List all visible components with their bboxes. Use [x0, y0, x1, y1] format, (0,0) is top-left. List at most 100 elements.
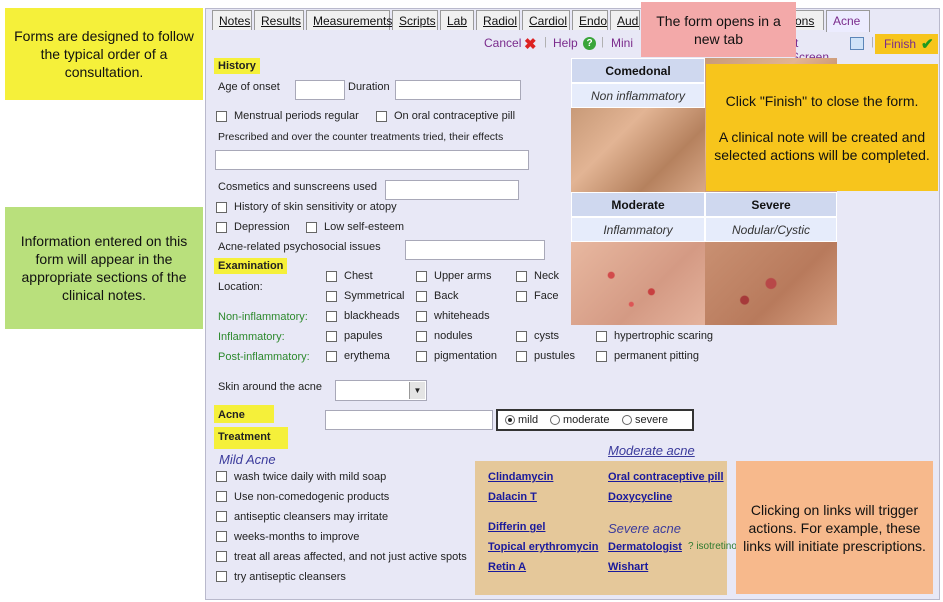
severity-moderate-label: moderate	[563, 414, 610, 426]
erythema-checkbox[interactable]	[326, 351, 337, 362]
mild-item-label: wash twice daily with mild soap	[234, 471, 387, 483]
hypertrophic-checkbox[interactable]	[596, 331, 607, 342]
cysts-label: cysts	[534, 330, 560, 342]
tab-audio[interactable]: Audio	[610, 10, 640, 30]
age-onset-label: Age of onset	[218, 81, 280, 93]
psychosocial-input[interactable]	[405, 240, 545, 260]
tab-lab[interactable]: Lab	[440, 10, 474, 30]
mild-item-label: treat all areas affected, and not just a…	[234, 551, 467, 563]
pustules-checkbox[interactable]	[516, 351, 527, 362]
skin-around-select[interactable]: ▼	[335, 380, 427, 401]
neck-label: Neck	[534, 270, 560, 282]
link-dalacin-t[interactable]: Dalacin T	[488, 491, 537, 503]
cancel-button[interactable]: Cancel	[484, 36, 521, 50]
cancel-x-icon[interactable]: ✖	[524, 35, 537, 53]
blackheads-checkbox[interactable]	[326, 311, 337, 322]
callout-new-tab: The form opens in a new tab	[641, 2, 796, 57]
mild-item-label: Use non-comedogenic products	[234, 491, 390, 503]
treatment-heading: Treatment	[214, 427, 288, 449]
finish-button[interactable]: Finish ✔	[875, 34, 938, 54]
menstrual-checkbox[interactable]	[216, 111, 227, 122]
mild-item-checkbox[interactable]	[216, 551, 227, 562]
severity-mild-label: mild	[518, 414, 539, 426]
help-button[interactable]: Help	[553, 36, 578, 50]
link-dermatologist[interactable]: Dermatologist	[608, 541, 682, 553]
mild-item-checkbox[interactable]	[216, 571, 227, 582]
toolbar-divider: |	[544, 36, 547, 48]
nodules-checkbox[interactable]	[416, 331, 427, 342]
ocp-checkbox[interactable]	[376, 111, 387, 122]
pustules-label: pustules	[534, 350, 575, 362]
link-clindamycin[interactable]: Clindamycin	[488, 471, 553, 483]
papules-checkbox[interactable]	[326, 331, 337, 342]
tab-scripts[interactable]: Scripts	[392, 10, 438, 30]
callout-info-entered: Information entered on this form will ap…	[5, 207, 203, 329]
link-wishart[interactable]: Wishart	[608, 561, 648, 573]
chest-label: Chest	[344, 270, 373, 282]
upper-arms-checkbox[interactable]	[416, 271, 427, 282]
link-differin-gel[interactable]: Differin gel	[488, 521, 545, 533]
back-checkbox[interactable]	[416, 291, 427, 302]
severe-photo	[705, 242, 837, 325]
blackheads-label: blackheads	[344, 310, 400, 322]
print-screen-icon[interactable]	[850, 37, 864, 50]
chest-checkbox[interactable]	[326, 271, 337, 282]
symmetrical-checkbox[interactable]	[326, 291, 337, 302]
cysts-checkbox[interactable]	[516, 331, 527, 342]
mild-item-checkbox[interactable]	[216, 471, 227, 482]
link-oral-contraceptive[interactable]: Oral contraceptive pill	[608, 471, 724, 483]
tab-radiol[interactable]: Radiol	[476, 10, 520, 30]
mild-acne-heading: Mild Acne	[219, 452, 276, 467]
acne-input[interactable]	[325, 410, 493, 430]
tab-notes[interactable]: Notes	[212, 10, 252, 30]
prescribed-label: Prescribed and over the counter treatmen…	[218, 131, 504, 143]
mild-item-label: weeks-months to improve	[234, 531, 360, 543]
low-esteem-checkbox[interactable]	[306, 222, 317, 233]
permanent-pitting-checkbox[interactable]	[596, 351, 607, 362]
moderate-photo	[571, 242, 705, 325]
mild-item-checkbox[interactable]	[216, 491, 227, 502]
callout-links: Clicking on links will trigger actions. …	[736, 461, 933, 594]
face-checkbox[interactable]	[516, 291, 527, 302]
tab-acne[interactable]: Acne	[826, 10, 870, 32]
chevron-down-icon[interactable]: ▼	[409, 382, 425, 399]
link-topical-erythromycin[interactable]: Topical erythromycin	[488, 541, 598, 553]
link-retin-a[interactable]: Retin A	[488, 561, 526, 573]
help-icon[interactable]: ?	[583, 37, 596, 50]
inflammatory-caption: Inflammatory	[571, 217, 705, 242]
callout-finish-body: A clinical note will be created and sele…	[714, 128, 930, 163]
depression-checkbox[interactable]	[216, 222, 227, 233]
erythema-label: erythema	[344, 350, 390, 362]
mild-item-checkbox[interactable]	[216, 511, 227, 522]
severity-moderate-radio[interactable]	[550, 415, 560, 425]
skin-sensitivity-checkbox[interactable]	[216, 202, 227, 213]
callout-forms-order: Forms are designed to follow the typical…	[5, 8, 203, 100]
tab-endo[interactable]: Endo	[572, 10, 608, 30]
tab-measurements[interactable]: Measurements	[306, 10, 392, 30]
low-esteem-label: Low self-esteem	[324, 221, 405, 233]
duration-input[interactable]	[395, 80, 521, 100]
tab-results[interactable]: Results	[254, 10, 304, 30]
comedonal-heading: Comedonal	[571, 58, 705, 83]
pigmentation-label: pigmentation	[434, 350, 497, 362]
hypertrophic-label: hypertrophic scaring	[614, 330, 714, 342]
duration-label: Duration	[348, 81, 390, 93]
mild-item-checkbox[interactable]	[216, 531, 227, 542]
cosmetics-input[interactable]	[385, 180, 519, 200]
prescribed-input[interactable]	[215, 150, 529, 170]
back-label: Back	[434, 290, 459, 302]
callout-finish-title: Click "Finish" to close the form.	[725, 92, 919, 109]
severity-mild-radio[interactable]	[505, 415, 515, 425]
minimize-button[interactable]: Mini	[611, 36, 633, 50]
age-onset-input[interactable]	[295, 80, 345, 100]
severity-severe-radio[interactable]	[622, 415, 632, 425]
pigmentation-checkbox[interactable]	[416, 351, 427, 362]
finish-label: Finish	[884, 37, 917, 51]
whiteheads-checkbox[interactable]	[416, 311, 427, 322]
link-doxycycline[interactable]: Doxycycline	[608, 491, 672, 503]
mild-item-label: try antiseptic cleansers	[234, 571, 346, 583]
skin-around-label: Skin around the acne	[218, 381, 322, 393]
tab-cardiol[interactable]: Cardiol	[522, 10, 570, 30]
neck-checkbox[interactable]	[516, 271, 527, 282]
nodules-label: nodules	[434, 330, 473, 342]
